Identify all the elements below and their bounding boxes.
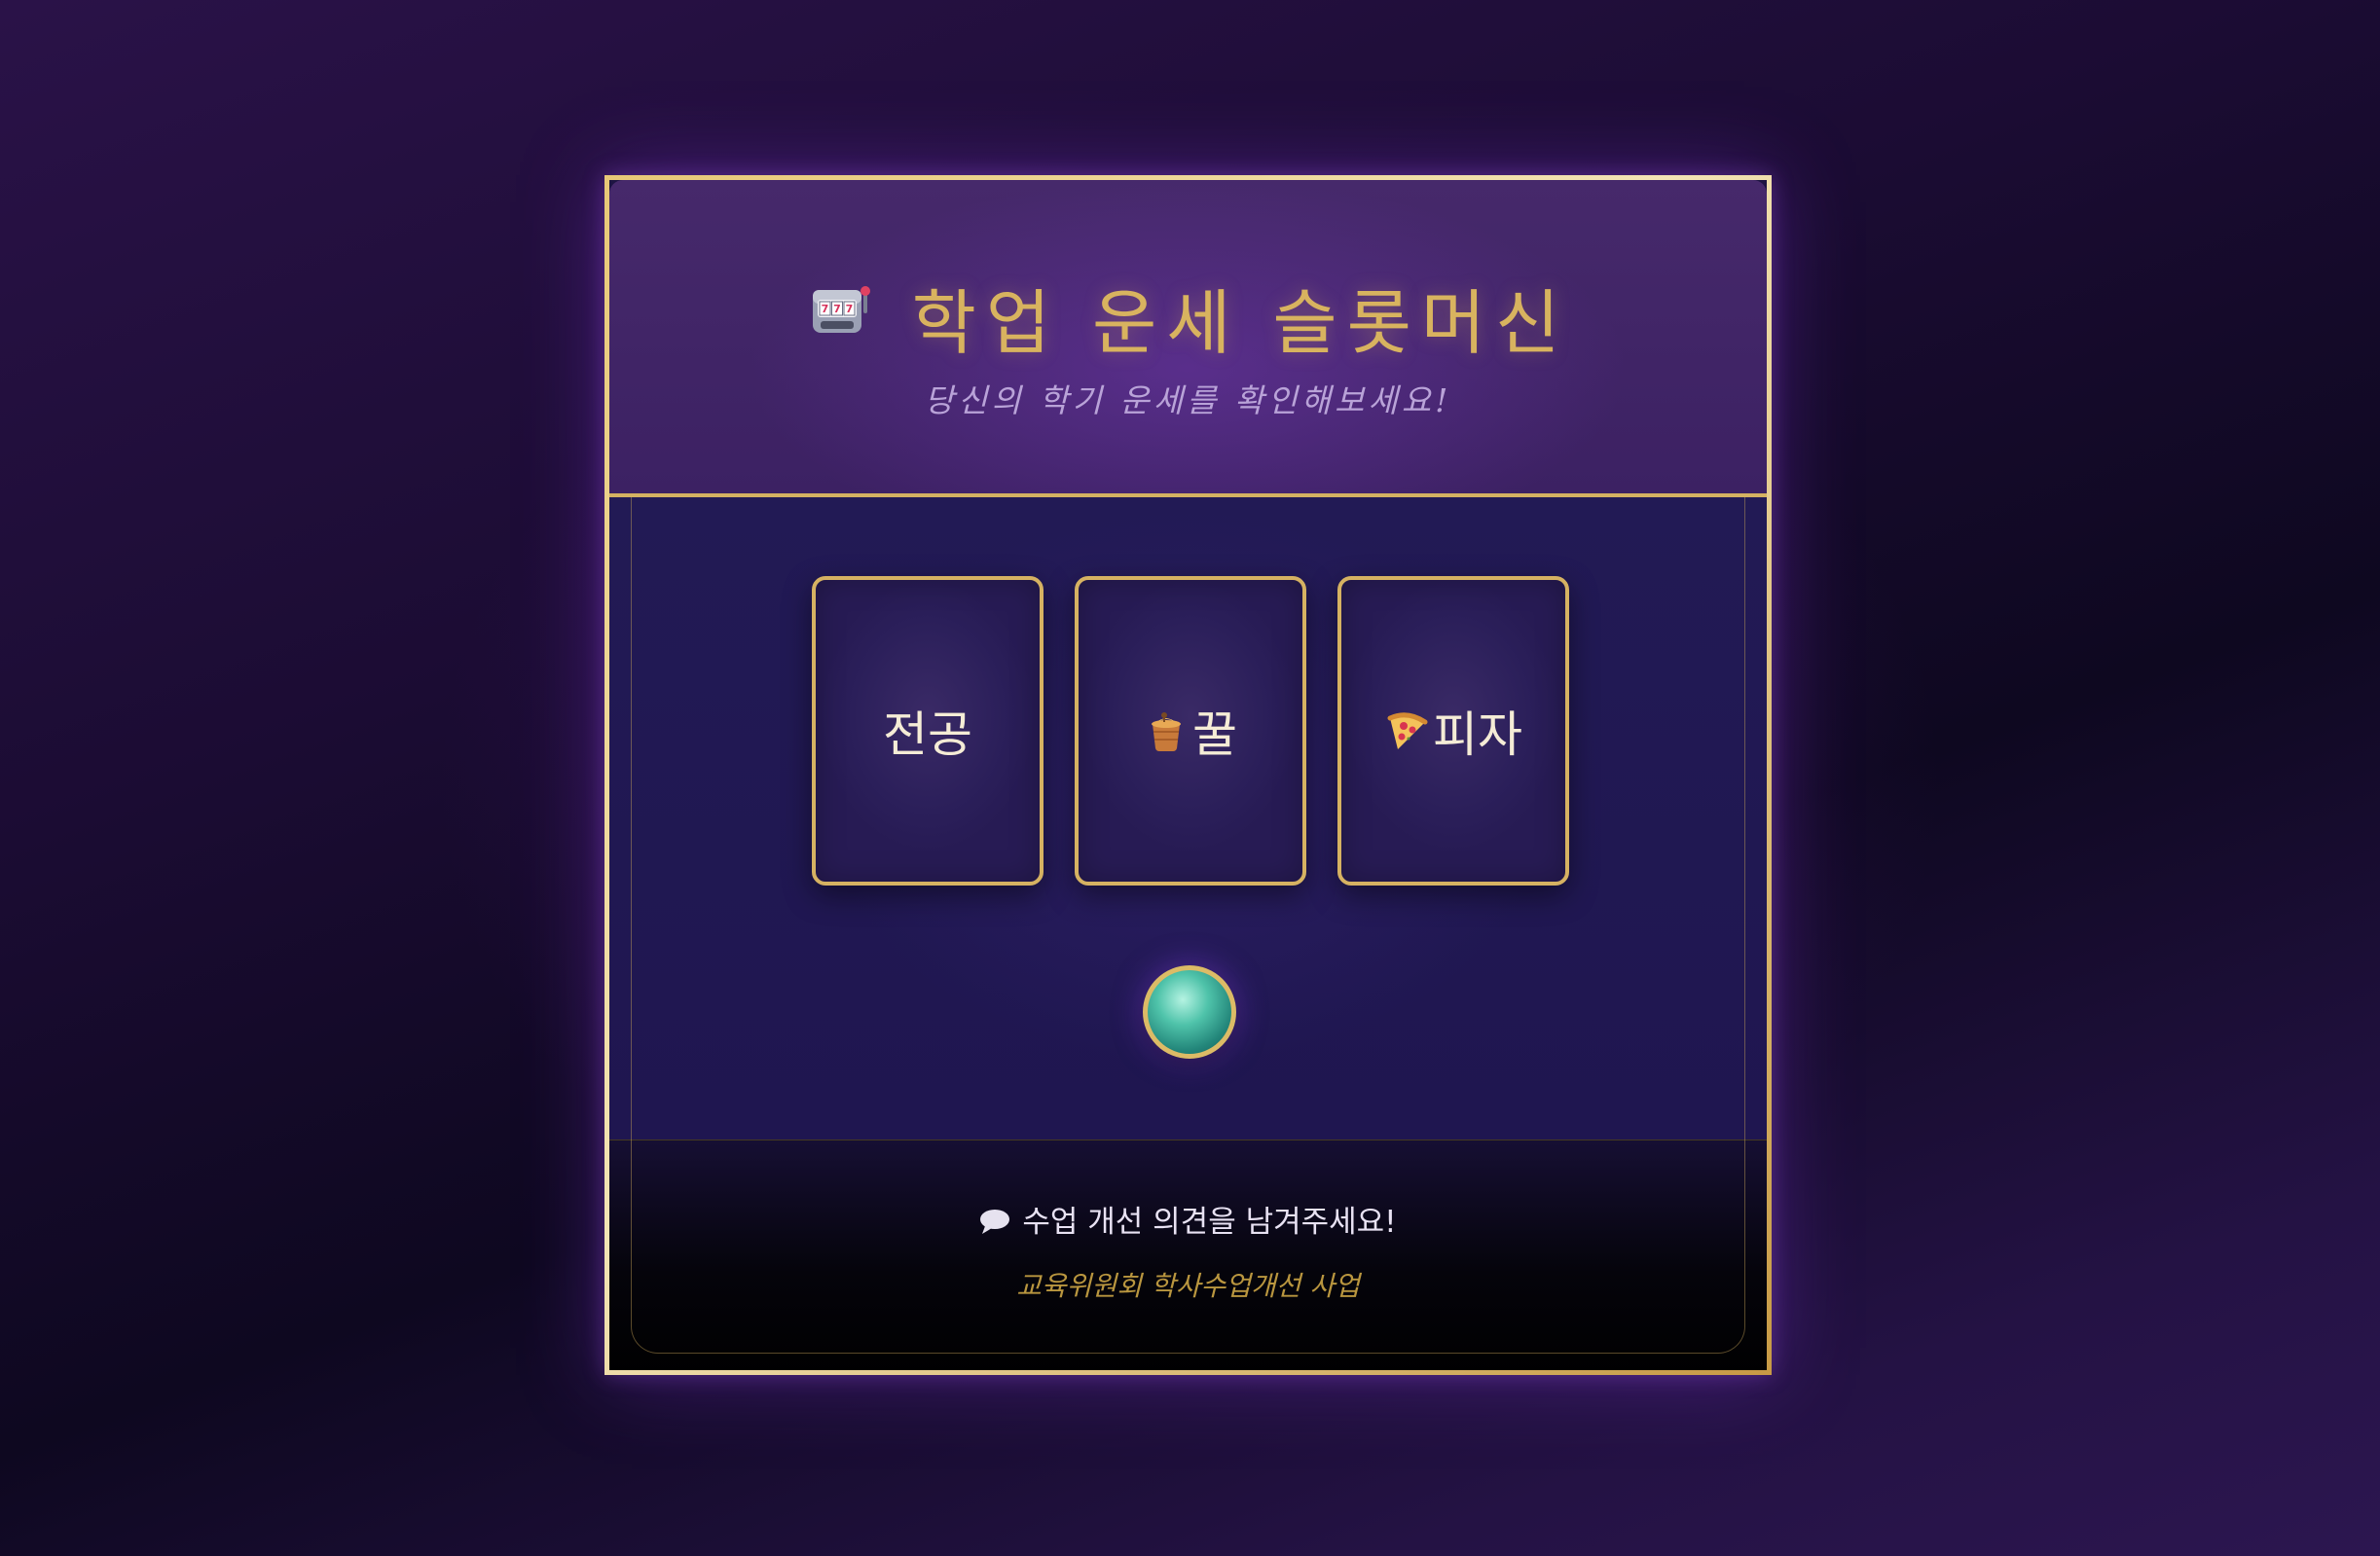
feedback-link[interactable]: 수업 개선 의견을 남겨주세요! <box>609 1197 1767 1241</box>
svg-text:7: 7 <box>845 303 853 315</box>
reel-1: 전공 <box>812 576 1044 886</box>
reel-1-label: 전공 <box>883 706 972 763</box>
spin-button[interactable] <box>1143 965 1236 1059</box>
footer-credit: 교육위원회 학사수업개선 사업 <box>1016 1270 1360 1302</box>
page-title: 학업 운세 슬롯머신 <box>911 282 1570 364</box>
reel-3: 피자 <box>1337 576 1569 886</box>
page-subtitle: 당신의 학기 운세를 확인해보세요! <box>924 381 1452 419</box>
svg-text:7: 7 <box>833 303 841 315</box>
slot-machine-card: 7 7 7 학업 운세 슬롯머신 당신의 학기 운세를 확인해보세요! 전공 꿀… <box>604 175 1772 1375</box>
title-row: 7 7 7 학업 운세 슬롯머신 <box>609 266 1767 368</box>
reel-2: 꿀 <box>1075 576 1306 886</box>
honey-pot-icon <box>1144 708 1189 753</box>
machine-footer: 수업 개선 의견을 남겨주세요! 교육위원회 학사수업개선 사업 <box>609 1140 1767 1370</box>
svg-text:7: 7 <box>821 303 828 315</box>
slot-machine-icon: 7 7 7 <box>807 280 873 343</box>
reel-2-label: 꿀 <box>1192 706 1237 763</box>
speech-bubble-icon <box>979 1208 1010 1235</box>
reel-3-label: 피자 <box>1433 706 1522 763</box>
pizza-icon <box>1384 708 1429 753</box>
machine-header: 7 7 7 학업 운세 슬롯머신 당신의 학기 운세를 확인해보세요! <box>609 180 1767 497</box>
feedback-text: 수업 개선 의견을 남겨주세요! <box>1022 1205 1397 1240</box>
